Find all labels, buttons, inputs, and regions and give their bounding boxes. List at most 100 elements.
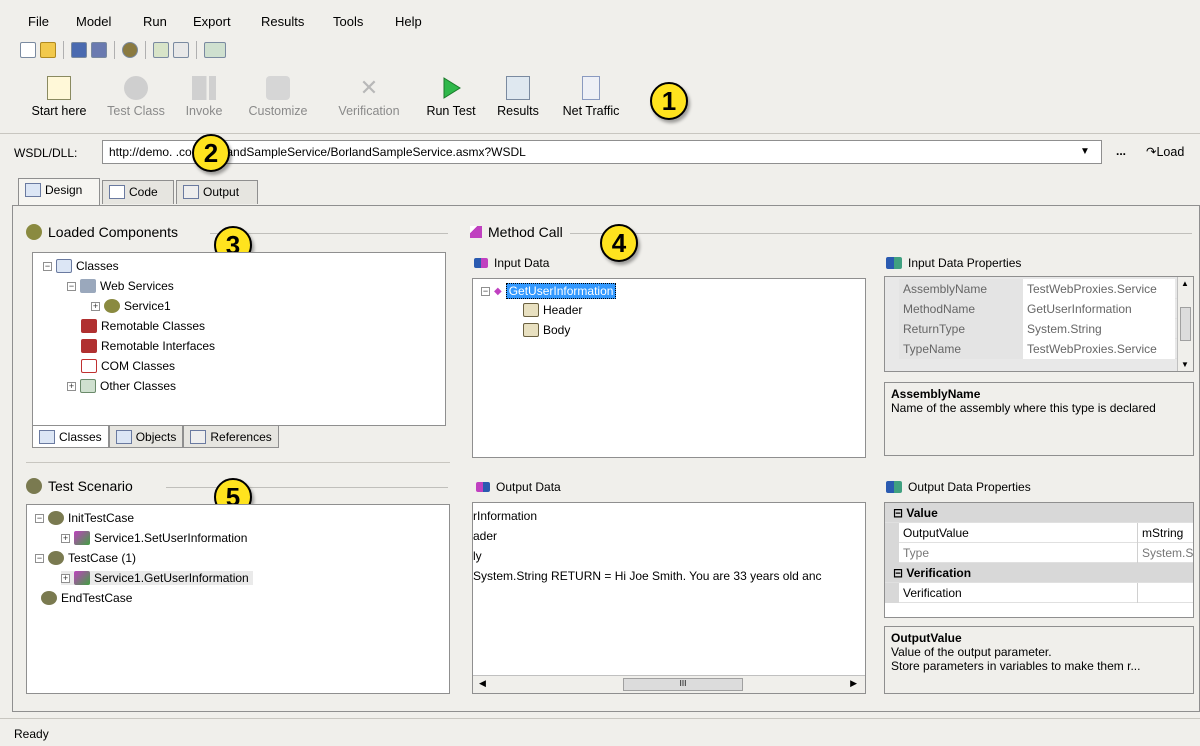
copy-icon[interactable] [173, 42, 189, 58]
tree-item-get-user-information[interactable]: − ◆ GetUserInformation [481, 283, 617, 299]
classes-icon [39, 429, 55, 444]
tab-design[interactable]: Design [18, 178, 100, 206]
net-traffic-button[interactable]: Net Traffic [554, 74, 628, 126]
load-button[interactable]: ↷Load [1146, 144, 1184, 159]
menu-run[interactable]: Run [143, 14, 167, 29]
test-case-icon [48, 551, 64, 565]
save-icon[interactable] [71, 42, 87, 58]
tree-item-body[interactable]: Body [523, 323, 570, 337]
scroll-right-icon[interactable]: ▶ [850, 678, 857, 689]
run-test-icon [439, 76, 463, 100]
components-icon[interactable] [122, 42, 138, 58]
browse-button[interactable]: ... [1116, 144, 1126, 158]
collapse-icon[interactable]: − [43, 261, 52, 271]
tab-code[interactable]: Code [102, 180, 174, 204]
tab-output[interactable]: Output [176, 180, 258, 204]
property-row[interactable]: ReturnType System.String [899, 319, 1191, 339]
tree-item-get-user-information[interactable]: + Service1.GetUserInformation [61, 571, 253, 585]
properties-icon [886, 481, 902, 493]
status-text: Ready [14, 727, 49, 741]
input-properties-grid[interactable]: AssemblyName TestWebProxies.Service Meth… [884, 276, 1194, 372]
tree-item-remotable-classes[interactable]: Remotable Classes [81, 319, 205, 333]
tree-item-set-user-information[interactable]: + Service1.SetUserInformation [61, 531, 247, 545]
scrollbar-thumb[interactable] [1180, 307, 1191, 341]
design-icon [25, 183, 41, 197]
tree-item-com-classes[interactable]: COM Classes [81, 359, 175, 373]
input-data-icon [474, 258, 488, 268]
new-file-icon[interactable] [20, 42, 36, 58]
input-property-description: AssemblyName Name of the assembly where … [884, 382, 1194, 456]
menu-export[interactable]: Export [193, 14, 231, 29]
toolbar-separator [145, 41, 146, 59]
input-data-label: Input Data [474, 256, 549, 270]
components-tree[interactable]: − Classes − Web Services + Service1 Remo… [32, 252, 446, 426]
property-row[interactable]: Verification [885, 583, 1193, 603]
menu-model[interactable]: Model [76, 14, 111, 29]
expand-icon[interactable]: + [61, 573, 70, 583]
collapse-icon[interactable]: − [35, 513, 44, 523]
method-icon [74, 531, 90, 545]
property-row[interactable]: Type System.S [885, 543, 1193, 563]
export-icon[interactable] [153, 42, 169, 58]
tree-item-init-test-case[interactable]: − InitTestCase [35, 511, 134, 525]
horizontal-scrollbar[interactable]: ◀ III ▶ [473, 675, 865, 693]
expand-icon[interactable]: + [61, 533, 70, 543]
start-here-button[interactable]: Start here [26, 74, 92, 126]
invoke-button[interactable]: Invoke [180, 74, 228, 126]
property-row[interactable]: AssemblyName TestWebProxies.Service [899, 279, 1191, 299]
callout-2: 2 [192, 134, 230, 172]
property-row[interactable]: OutputValue mString [885, 523, 1193, 543]
expand-icon[interactable]: + [91, 301, 100, 311]
tree-item-service1[interactable]: + Service1 [91, 299, 171, 313]
scroll-left-icon[interactable]: ◀ [479, 678, 486, 689]
results-button[interactable]: Results [492, 74, 544, 126]
test-scenario-title: Test Scenario [26, 478, 133, 494]
tree-item-classes[interactable]: − Classes [43, 259, 119, 273]
tree-item-test-case[interactable]: − TestCase (1) [35, 551, 136, 565]
property-category-verification[interactable]: ⊟ Verification [885, 563, 1193, 583]
customize-button[interactable]: Customize [240, 74, 316, 126]
subtab-objects[interactable]: Objects [108, 426, 184, 448]
wsdl-input[interactable]: http://demo. .com/BorlandSampleService/B… [102, 140, 1102, 164]
scrollbar-thumb[interactable]: III [623, 678, 743, 691]
other-classes-icon [80, 379, 96, 393]
collapse-icon[interactable]: ⊟ [893, 566, 903, 580]
chevron-down-icon[interactable]: ▼ [1080, 146, 1090, 157]
tree-dropdown-icon[interactable] [204, 42, 226, 58]
menu-results[interactable]: Results [261, 14, 304, 29]
tree-item-end-test-case[interactable]: EndTestCase [41, 591, 132, 605]
tree-item-remotable-interfaces[interactable]: Remotable Interfaces [81, 339, 215, 353]
scroll-down-icon[interactable]: ▼ [1181, 360, 1189, 369]
property-category-value[interactable]: ⊟ Value [885, 503, 1193, 523]
verification-button[interactable]: ✕ Verification [328, 74, 410, 126]
menu-file[interactable]: File [28, 14, 49, 29]
output-line: ader [473, 529, 498, 543]
tree-item-other-classes[interactable]: + Other Classes [67, 379, 176, 393]
menu-tools[interactable]: Tools [333, 14, 363, 29]
toolbar-separator [196, 41, 197, 59]
output-data-tree[interactable]: rInformation ader ly System.String RETUR… [472, 502, 866, 694]
expand-icon[interactable]: + [67, 381, 76, 391]
save-as-icon[interactable] [91, 42, 107, 58]
tree-item-header[interactable]: Header [523, 303, 582, 317]
toolbar-separator [114, 41, 115, 59]
open-folder-icon[interactable] [40, 42, 56, 58]
subtab-classes[interactable]: Classes [32, 426, 109, 448]
test-class-button[interactable]: Test Class [104, 74, 168, 126]
tree-item-web-services[interactable]: − Web Services [67, 279, 174, 293]
run-test-button[interactable]: Run Test [420, 74, 482, 126]
scroll-up-icon[interactable]: ▲ [1181, 279, 1189, 288]
collapse-icon[interactable]: − [67, 281, 76, 291]
collapse-icon[interactable]: − [35, 553, 44, 563]
vertical-scrollbar[interactable]: ▲ ▼ [1177, 277, 1193, 371]
collapse-icon[interactable]: − [481, 286, 490, 296]
output-properties-grid[interactable]: ⊟ Value OutputValue mString Type System.… [884, 502, 1194, 618]
menu-help[interactable]: Help [395, 14, 422, 29]
input-data-tree[interactable]: − ◆ GetUserInformation Header Body [472, 278, 866, 458]
property-row[interactable]: MethodName GetUserInformation [899, 299, 1191, 319]
subtab-references[interactable]: References [183, 426, 279, 448]
output-line: rInformation [473, 509, 538, 523]
test-scenario-tree[interactable]: − InitTestCase + Service1.SetUserInforma… [26, 504, 450, 694]
collapse-icon[interactable]: ⊟ [893, 506, 903, 520]
property-row[interactable]: TypeName TestWebProxies.Service [899, 339, 1191, 359]
